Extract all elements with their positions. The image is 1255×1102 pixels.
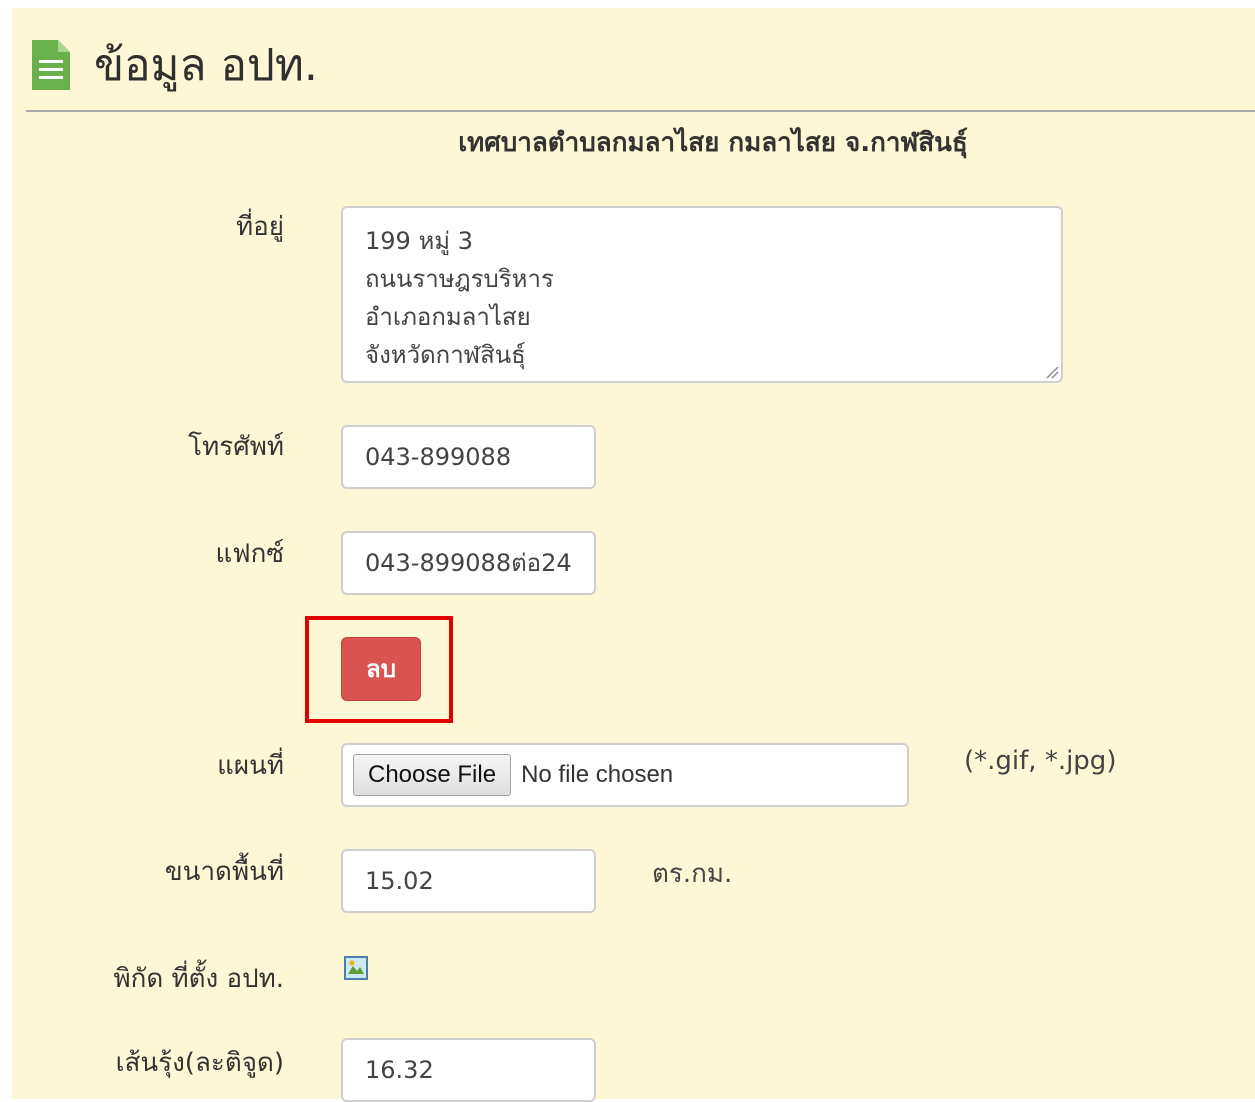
form-panel: ข้อมูล อปท. เทศบาลตำบลกมลาไสย กมลาไสย จ.…	[12, 8, 1255, 1102]
area-unit: ตร.กม.	[652, 859, 733, 889]
document-icon	[32, 40, 70, 90]
resize-handle-icon[interactable]	[1045, 365, 1059, 379]
map-icon[interactable]	[344, 956, 368, 980]
delete-button[interactable]: ลบ	[341, 637, 421, 701]
fax-label: แฟกซ์	[215, 539, 284, 569]
area-input[interactable]: 15.02	[341, 849, 596, 913]
address-line: จังหวัดกาฬสินธุ์	[365, 341, 526, 369]
address-line: ถนนราษฎรบริหาร	[365, 265, 554, 293]
delete-highlight-box: ลบ	[305, 616, 453, 723]
address-line: อำเภอกมลาไสย	[365, 303, 531, 331]
coordinates-label: พิกัด ที่ตั้ง อปท.	[113, 964, 284, 994]
latitude-label: เส้นรุ้ง(ละติจูด)	[115, 1048, 284, 1078]
address-label: ที่อยู่	[236, 212, 284, 242]
file-type-hint: (*.gif, *.jpg)	[964, 746, 1117, 776]
map-file-input[interactable]: Choose File No file chosen	[341, 743, 909, 807]
organization-name: เทศบาลตำบลกมลาไสย กมลาไสย จ.กาฬสินธุ์	[458, 128, 968, 158]
file-status: No file chosen	[521, 761, 674, 788]
page-title: ข้อมูล อปท.	[94, 40, 318, 91]
map-label: แผนที่	[217, 751, 284, 781]
choose-file-button[interactable]: Choose File	[353, 754, 512, 796]
area-label: ขนาดพื้นที่	[164, 857, 284, 887]
phone-label: โทรศัพท์	[188, 432, 284, 462]
address-textarea[interactable]: 199 หมู่ 3 ถนนราษฎรบริหาร อำเภอกมลาไสย จ…	[341, 206, 1063, 383]
fax-input[interactable]: 043-899088ต่อ24	[341, 531, 596, 595]
latitude-input[interactable]: 16.32	[341, 1038, 596, 1102]
address-line: 199 หมู่ 3	[365, 227, 473, 255]
phone-input[interactable]: 043-899088	[341, 425, 596, 489]
page-header: ข้อมูล อปท.	[26, 30, 1255, 112]
